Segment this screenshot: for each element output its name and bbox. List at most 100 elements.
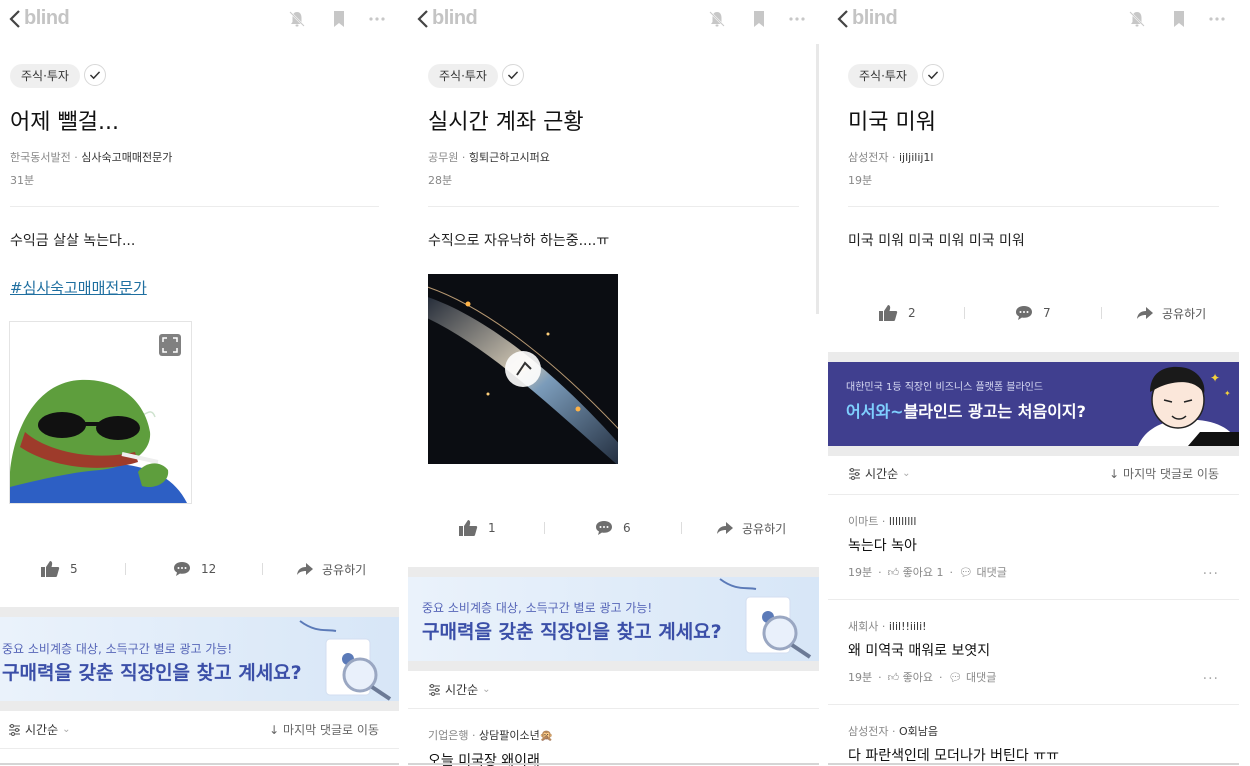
comment-author[interactable]: 상담팔이소년🙊 xyxy=(479,729,553,742)
share-button[interactable]: 공유하기 xyxy=(1136,298,1206,328)
like-button[interactable]: 5 xyxy=(40,554,78,584)
comment-text: 다 파란색인데 모더나가 버틴다 ㅠㅠ xyxy=(848,748,1059,764)
section-divider xyxy=(828,446,1239,456)
comment-more-icon[interactable]: ··· xyxy=(1203,671,1219,687)
check-icon[interactable] xyxy=(922,64,944,86)
jump-to-last-comment[interactable]: ↓ 마지막 댓글로 이동 xyxy=(1109,458,1219,490)
sort-toggle[interactable]: 시간순 ⌄ xyxy=(428,674,491,706)
svg-text:✦: ✦ xyxy=(1210,371,1220,385)
comment-item[interactable]: 이마트 · lllllllll 녹는다 녹아 19분 · 👍︎ 좋아요 1 · … xyxy=(828,494,1239,599)
author-nickname[interactable]: 심사숙고매매전문가 xyxy=(81,151,172,164)
check-icon[interactable] xyxy=(502,64,524,86)
cartoon-face-illustration: ✦ ✦ xyxy=(1138,366,1239,446)
jump-label: 마지막 댓글로 이동 xyxy=(283,723,379,737)
bookmark-icon[interactable] xyxy=(330,10,348,28)
comment-footer: 19분 · 👍︎ 좋아요 1 · 💬︎ 대댓글 xyxy=(848,564,1007,580)
post-hashtag[interactable]: #심사숙고매매전문가 xyxy=(10,277,147,298)
check-icon[interactable] xyxy=(84,64,106,86)
more-options-icon[interactable] xyxy=(1208,10,1226,28)
comment-item[interactable]: 새회사 · ilil!!iili! 왜 미역국 매워로 보엿지 19분 · 👍︎… xyxy=(828,599,1239,704)
notification-off-icon[interactable] xyxy=(708,10,726,28)
comment-bubble-icon xyxy=(174,562,190,576)
header-divider xyxy=(10,206,379,207)
share-label: 공유하기 xyxy=(1162,306,1207,321)
more-options-icon[interactable] xyxy=(788,10,806,28)
post-time: 19분 xyxy=(848,174,873,187)
bottom-divider xyxy=(0,763,399,765)
post-image-pepe[interactable] xyxy=(9,321,192,504)
comment-text: 녹는다 녹아 xyxy=(848,538,917,554)
post-image-gif[interactable] xyxy=(428,274,618,464)
comment-button[interactable]: 12 xyxy=(173,554,216,584)
share-arrow-icon xyxy=(1137,307,1153,319)
scrollbar[interactable] xyxy=(816,44,819,314)
comment-sort-bar: 시간순 ⌄ xyxy=(408,674,819,706)
notification-off-icon[interactable] xyxy=(1128,10,1146,28)
more-options-icon[interactable] xyxy=(368,10,386,28)
comment-item[interactable]: 기업은행 · 상담팔이소년🙊 오늘 미국장 왜이래 xyxy=(408,708,819,766)
thumbs-up-icon: 👍︎ xyxy=(887,671,900,684)
like-button[interactable]: 1 xyxy=(458,513,496,543)
ad-line-1: 중요 소비계층 대상, 소득구간 별로 광고 가능! xyxy=(422,601,653,615)
like-count: 5 xyxy=(70,562,78,576)
sort-label: 시간순 xyxy=(865,467,899,481)
ad-line-2: 구매력을 갖춘 직장인을 찾고 계세요? xyxy=(2,662,302,684)
section-divider xyxy=(0,701,399,711)
author-nickname[interactable]: 힝퇴근하고시퍼요 xyxy=(469,151,550,164)
top-bar: blind xyxy=(408,0,819,38)
channel-chip[interactable]: 주식·투자 xyxy=(848,64,918,88)
comment-button[interactable]: 6 xyxy=(595,513,631,543)
sort-label: 시간순 xyxy=(445,683,479,697)
comment-like-button[interactable]: 👍︎ 좋아요 xyxy=(888,669,933,685)
ad-banner[interactable]: 중요 소비계층 대상, 소득구간 별로 광고 가능! 구매력을 갖춘 직장인을 … xyxy=(408,577,819,661)
comment-company: 삼성전자 xyxy=(848,725,889,738)
channel-chip[interactable]: 주식·투자 xyxy=(428,64,498,88)
top-bar: blind xyxy=(0,0,399,38)
comment-meta: 삼성전자 · O회남음 xyxy=(848,725,939,738)
back-arrow-icon[interactable] xyxy=(414,8,434,30)
sort-toggle[interactable]: 시간순 ⌄ xyxy=(8,714,71,746)
ad-banner[interactable]: 대한민국 1등 직장인 비즈니스 플랫폼 블라인드 어서와~블라인드 광고는 처… xyxy=(828,362,1239,446)
comment-footer: 19분 · 👍︎ 좋아요 · 💬︎ 대댓글 xyxy=(848,669,997,685)
comment-author[interactable]: ilil!!iili! xyxy=(889,620,927,633)
section-divider xyxy=(408,661,819,671)
comment-author[interactable]: lllllllll xyxy=(889,515,917,528)
like-button[interactable]: 2 xyxy=(878,298,916,328)
comment-sort-bar: 시간순 ⌄ ↓ 마지막 댓글로 이동 xyxy=(0,714,399,746)
post-actions: 2 7 공유하기 xyxy=(828,298,1239,328)
comment-more-icon[interactable]: ··· xyxy=(1203,566,1219,582)
jump-to-last-comment[interactable]: ↓ 마지막 댓글로 이동 xyxy=(269,714,379,746)
comment-like-button[interactable]: 👍︎ 좋아요 1 xyxy=(888,564,944,580)
comment-meta: 이마트 · lllllllll xyxy=(848,515,917,528)
comment-author[interactable]: O회남음 xyxy=(899,725,938,738)
comment-item[interactable]: 삼성전자 · O회남음 다 파란색인데 모더나가 버틴다 ㅠㅠ xyxy=(828,704,1239,766)
comment-button[interactable]: 7 xyxy=(1015,298,1051,328)
post-body: 수익금 살살 녹는다... xyxy=(10,233,136,249)
share-button[interactable]: 공유하기 xyxy=(716,513,786,543)
post-author-meta: 삼성전자 · ijljilij1l xyxy=(848,151,934,164)
magnifier-illustration xyxy=(719,578,812,659)
sort-toggle[interactable]: 시간순 ⌄ xyxy=(848,458,911,490)
share-button[interactable]: 공유하기 xyxy=(296,554,366,584)
down-arrow-icon: ↓ xyxy=(1109,467,1120,481)
back-arrow-icon[interactable] xyxy=(6,8,26,30)
comment-reply-button[interactable]: 💬︎ 대댓글 xyxy=(949,669,997,685)
ad-banner[interactable]: 중요 소비계층 대상, 소득구간 별로 광고 가능! 구매력을 갖춘 직장인을 … xyxy=(0,617,399,701)
thumbs-up-icon xyxy=(879,305,898,321)
play-indicator xyxy=(505,351,541,387)
svg-text:✦: ✦ xyxy=(1224,389,1231,398)
channel-chip[interactable]: 주식·투자 xyxy=(10,64,80,88)
comment-reply-button[interactable]: 💬︎ 대댓글 xyxy=(959,564,1007,580)
bookmark-icon[interactable] xyxy=(1170,10,1188,28)
bottom-divider xyxy=(408,763,819,765)
post-author-meta: 공무원 · 힝퇴근하고시퍼요 xyxy=(428,151,550,164)
ad-line-1: 대한민국 1등 직장인 비즈니스 플랫폼 블라인드 xyxy=(846,382,1044,393)
bookmark-icon[interactable] xyxy=(750,10,768,28)
ad-line-2-highlight: 어서와~ xyxy=(846,402,904,421)
author-nickname[interactable]: ijljilij1l xyxy=(899,151,934,164)
back-arrow-icon[interactable] xyxy=(834,8,854,30)
post-time: 28분 xyxy=(428,174,453,187)
down-arrow-icon: ↓ xyxy=(269,723,280,737)
post-body: 미국 미워 미국 미워 미국 미워 xyxy=(848,233,1025,249)
notification-off-icon[interactable] xyxy=(288,10,306,28)
